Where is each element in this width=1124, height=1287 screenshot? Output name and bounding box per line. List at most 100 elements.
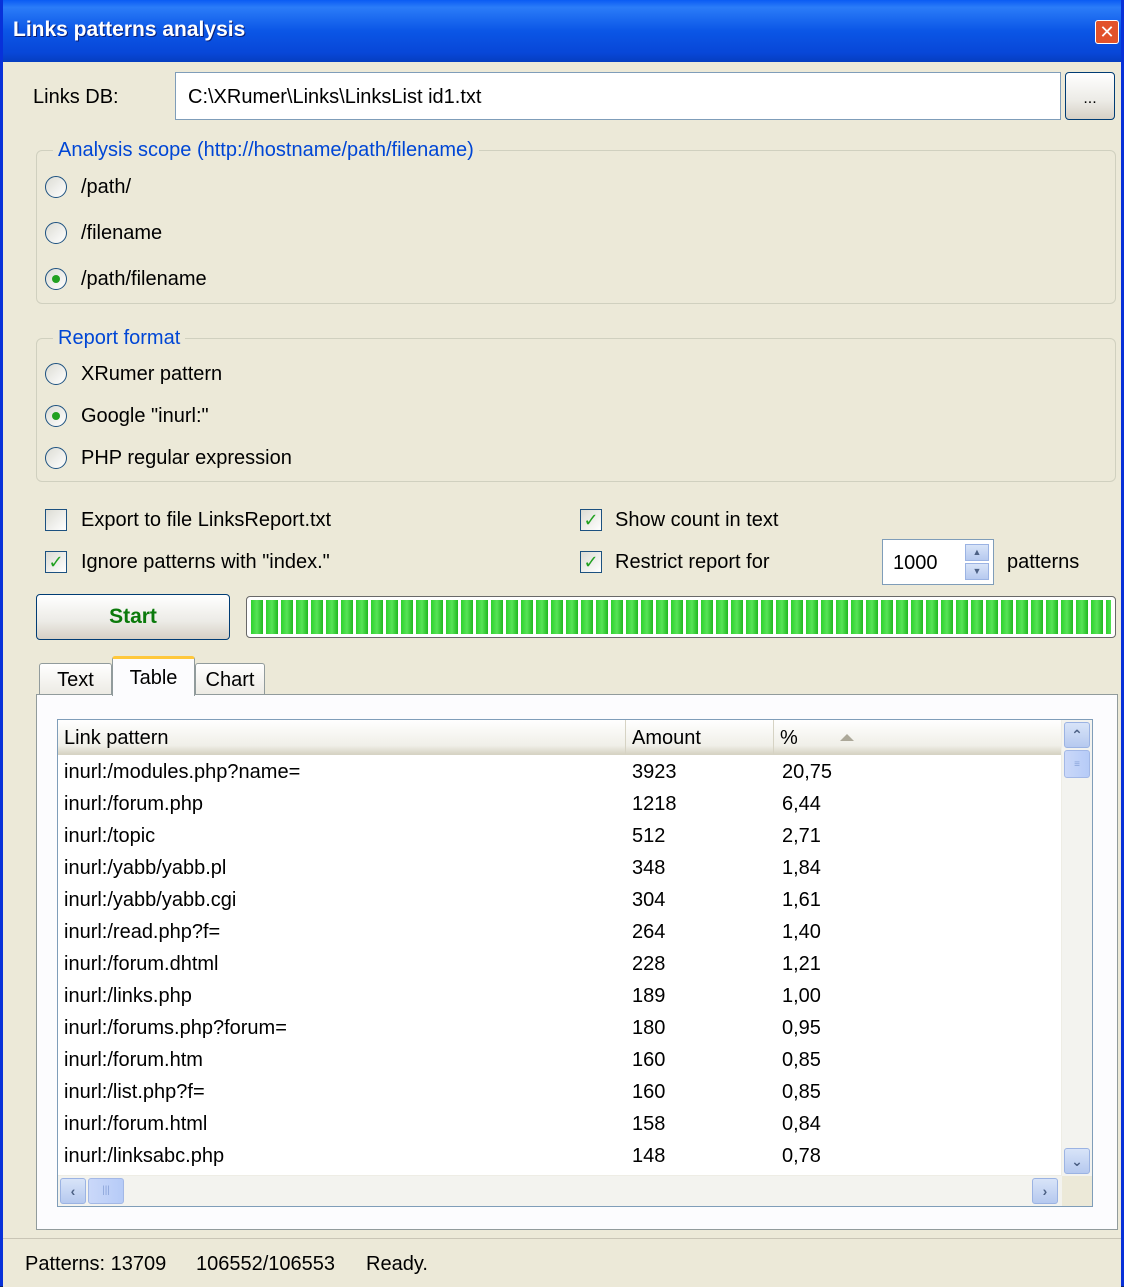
restrict-report-label[interactable]: Restrict report for: [615, 551, 769, 574]
title-bar[interactable]: Links patterns analysis ✕: [3, 0, 1121, 62]
amount-cell: 160: [632, 1049, 666, 1071]
amount-cell: 3923: [632, 761, 677, 783]
column-header-percent[interactable]: %: [774, 720, 1062, 754]
amount-cell: 148: [632, 1145, 666, 1167]
format-google-radio[interactable]: [45, 405, 67, 427]
scope-filename-radio[interactable]: [45, 222, 67, 244]
ignore-index-checkbox[interactable]: ✓: [45, 551, 67, 573]
format-xrumer-radio[interactable]: [45, 363, 67, 385]
tab-chart[interactable]: Chart: [195, 663, 265, 695]
links-patterns-window: Links patterns analysis ✕ Links DB: C:\X…: [0, 0, 1124, 1287]
ignore-index-label[interactable]: Ignore patterns with "index.": [81, 551, 330, 574]
table-row[interactable]: inurl:/forum.dhtml 228 1,21: [58, 948, 1062, 980]
percent-cell: 0,84: [782, 1113, 821, 1135]
scroll-right-icon[interactable]: ›: [1032, 1178, 1058, 1204]
table-row[interactable]: inurl:/modules.php?name= 3923 20,75: [58, 756, 1062, 788]
scope-path-radio[interactable]: [45, 176, 67, 198]
percent-cell: 1,00: [782, 985, 821, 1007]
table-row[interactable]: inurl:/forum.php 1218 6,44: [58, 788, 1062, 820]
amount-cell: 304: [632, 889, 666, 911]
format-google-label[interactable]: Google "inurl:": [81, 405, 209, 428]
format-xrumer-label[interactable]: XRumer pattern: [81, 363, 222, 386]
table-tab-panel: Link pattern Amount % inurl:/modules.php…: [36, 694, 1118, 1230]
pattern-cell: inurl:/topic: [64, 825, 156, 847]
close-icon[interactable]: ✕: [1095, 20, 1119, 44]
percent-cell: 0,78: [782, 1145, 821, 1167]
column-header-percent-label: %: [780, 727, 798, 749]
scope-path-filename-label[interactable]: /path/filename: [81, 268, 207, 291]
table-body: inurl:/modules.php?name= 3923 20,75 inurl:/…: [58, 756, 1062, 1172]
amount-cell: 189: [632, 985, 666, 1007]
format-php-regex-radio[interactable]: [45, 447, 67, 469]
show-count-label[interactable]: Show count in text: [615, 509, 778, 532]
percent-cell: 1,21: [782, 953, 821, 975]
links-db-label: Links DB:: [33, 86, 119, 108]
scroll-left-icon[interactable]: ‹: [60, 1178, 86, 1204]
spin-up-icon[interactable]: ▲: [965, 544, 989, 561]
pattern-cell: inurl:/modules.php?name=: [64, 761, 301, 783]
table-row[interactable]: inurl:/linksabc.php 148 0,78: [58, 1140, 1062, 1172]
pattern-cell: inurl:/forum.htm: [64, 1049, 203, 1071]
pattern-cell: inurl:/forum.html: [64, 1113, 208, 1135]
tab-text[interactable]: Text: [39, 663, 112, 695]
column-header-link-pattern[interactable]: Link pattern: [58, 720, 626, 754]
export-to-file-checkbox[interactable]: [45, 509, 67, 531]
percent-cell: 1,61: [782, 889, 821, 911]
table-row[interactable]: inurl:/list.php?f= 160 0,85: [58, 1076, 1062, 1108]
browse-button[interactable]: ...: [1065, 72, 1115, 120]
percent-cell: 6,44: [782, 793, 821, 815]
restrict-count-spinner[interactable]: 1000 ▲ ▼: [882, 539, 994, 585]
format-php-regex-label[interactable]: PHP regular expression: [81, 447, 292, 470]
percent-cell: 1,84: [782, 857, 821, 879]
table-row[interactable]: inurl:/forums.php?forum= 180 0,95: [58, 1012, 1062, 1044]
table-row[interactable]: inurl:/topic 512 2,71: [58, 820, 1062, 852]
pattern-cell: inurl:/forum.dhtml: [64, 953, 219, 975]
percent-cell: 2,71: [782, 825, 821, 847]
scope-filename-label[interactable]: /filename: [81, 222, 162, 245]
percent-cell: 0,95: [782, 1017, 821, 1039]
table-row[interactable]: inurl:/yabb/yabb.cgi 304 1,61: [58, 884, 1062, 916]
amount-cell: 512: [632, 825, 666, 847]
column-header-amount[interactable]: Amount: [626, 720, 774, 754]
scope-path-filename-radio[interactable]: [45, 268, 67, 290]
pattern-cell: inurl:/forum.php: [64, 793, 203, 815]
scroll-corner: [1062, 1176, 1092, 1206]
scope-path-label[interactable]: /path/: [81, 176, 131, 199]
scroll-down-icon[interactable]: ⌄: [1064, 1148, 1090, 1174]
tab-table[interactable]: Table: [112, 656, 195, 696]
patterns-suffix-label: patterns: [1007, 551, 1080, 573]
table-row[interactable]: inurl:/forum.htm 160 0,85: [58, 1044, 1062, 1076]
table-row[interactable]: inurl:/forum.html 158 0,84: [58, 1108, 1062, 1140]
amount-cell: 158: [632, 1113, 666, 1135]
start-button[interactable]: Start: [36, 594, 230, 640]
horizontal-scroll-thumb[interactable]: |||: [88, 1178, 124, 1204]
restrict-report-checkbox[interactable]: ✓: [580, 551, 602, 573]
table-row[interactable]: inurl:/links.php 189 1,00: [58, 980, 1062, 1012]
pattern-cell: inurl:/read.php?f=: [64, 921, 221, 943]
percent-cell: 0,85: [782, 1049, 821, 1071]
progress-bar: [246, 596, 1116, 638]
table-header: Link pattern Amount %: [58, 720, 1062, 755]
status-state: Ready.: [366, 1253, 428, 1275]
status-progress: 106552/106553: [196, 1253, 336, 1275]
show-count-checkbox[interactable]: ✓: [580, 509, 602, 531]
spin-down-icon[interactable]: ▼: [965, 563, 989, 580]
pattern-cell: inurl:/forums.php?forum=: [64, 1017, 287, 1039]
percent-cell: 20,75: [782, 761, 833, 783]
status-bar: Patterns: 13709 106552/106553 Ready.: [3, 1238, 1121, 1287]
table-row[interactable]: inurl:/read.php?f= 264 1,40: [58, 916, 1062, 948]
vertical-scrollbar[interactable]: ⌃ ≡ ⌄: [1061, 720, 1092, 1176]
amount-cell: 264: [632, 921, 666, 943]
horizontal-scrollbar[interactable]: ‹ ||| ›: [58, 1175, 1062, 1206]
vertical-scroll-thumb[interactable]: ≡: [1064, 750, 1090, 778]
amount-cell: 348: [632, 857, 666, 879]
window-title: Links patterns analysis: [13, 18, 246, 41]
links-db-input[interactable]: C:\XRumer\Links\LinksList id1.txt: [175, 72, 1061, 120]
export-to-file-label[interactable]: Export to file LinksReport.txt: [81, 509, 331, 532]
table-row[interactable]: inurl:/yabb/yabb.pl 348 1,84: [58, 852, 1062, 884]
analysis-scope-legend: Analysis scope (http://hostname/path/fil…: [53, 139, 479, 162]
patterns-table[interactable]: Link pattern Amount % inurl:/modules.php…: [57, 719, 1093, 1207]
pattern-cell: inurl:/linksabc.php: [64, 1145, 225, 1167]
scroll-up-icon[interactable]: ⌃: [1064, 722, 1090, 748]
report-format-legend: Report format: [53, 327, 186, 350]
